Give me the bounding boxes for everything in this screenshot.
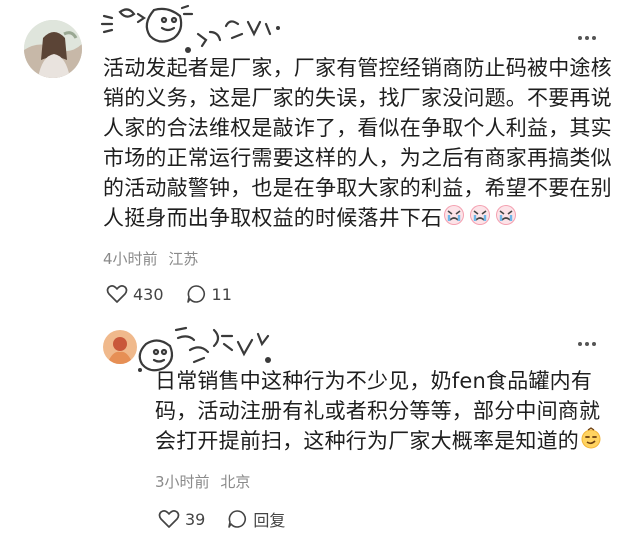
smirk-face-icon <box>579 426 603 458</box>
crying-face-icon <box>442 203 518 235</box>
like-count: 430 <box>133 284 164 304</box>
comment-avatar[interactable] <box>24 20 82 78</box>
comment-text: 活动发起者是厂家，厂家有管控经销商防止码被中途核销的义务，这是厂家的失误，找厂家… <box>103 56 612 230</box>
comment-meta: 4小时前 江苏 <box>103 248 198 269</box>
comment-location: 江苏 <box>168 250 199 268</box>
comment-actions: 430 11 <box>106 284 232 304</box>
reply-meta: 3小时前 北京 <box>155 471 250 492</box>
reply-actions: 39 回复 <box>158 507 285 531</box>
reply-body: 日常销售中这种行为不少见，奶fen食品罐内有码，活动注册有礼或者积分等等，部分中… <box>155 366 607 458</box>
reply-button-label: 回复 <box>253 511 286 530</box>
avatar-photo-icon <box>24 20 82 78</box>
reply-button[interactable]: 回复 <box>227 507 285 531</box>
reply-like-button[interactable]: 39 <box>158 509 205 529</box>
heart-icon <box>158 510 180 528</box>
more-options-button[interactable] <box>578 36 596 40</box>
reply-location: 北京 <box>220 473 251 491</box>
heart-icon <box>106 285 128 303</box>
reply-count-button[interactable]: 11 <box>186 284 232 304</box>
reply-text: 日常销售中这种行为不少见，奶fen食品罐内有码，活动注册有礼或者积分等等，部分中… <box>155 369 601 453</box>
reply-more-options-button[interactable] <box>578 342 596 346</box>
comment-body: 活动发起者是厂家，厂家有管控经销商防止码被中途核销的义务，这是厂家的失误，找厂家… <box>103 53 615 235</box>
like-button[interactable]: 430 <box>106 284 164 304</box>
reply-like-count: 39 <box>185 509 206 529</box>
reply-count: 11 <box>211 284 232 304</box>
comment-time: 4小时前 <box>103 250 158 268</box>
reply-time: 3小时前 <box>155 473 210 491</box>
comment-thread: 活动发起者是厂家，厂家有管控经销商防止码被中途核销的义务，这是厂家的失误，找厂家… <box>0 0 640 543</box>
comment-bubble-icon <box>228 510 247 528</box>
comment-bubble-icon <box>186 285 205 303</box>
